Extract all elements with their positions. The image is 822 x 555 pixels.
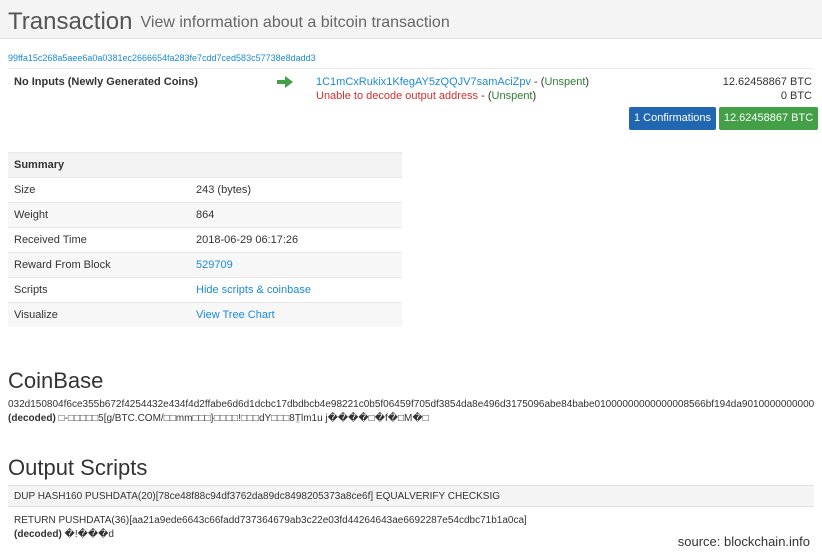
output-script: DUP HASH160 PUSHDATA(20)[78ce48f88c94df3… [8,485,814,507]
summary-key: Reward From Block [8,252,190,278]
arrow-right-icon [277,76,293,88]
coinbase-decoded: (decoded) □-□□□□□5[g/BTC.COM/□□mm□□□}□□□… [8,413,429,424]
summary-key: Received Time [8,227,190,253]
output-amount: 0 BTC [780,90,812,102]
confirmations-button[interactable]: 1 Confirmations [629,107,716,130]
summary-key: Weight [8,202,190,228]
table-row: Size 243 (bytes) [8,177,402,203]
summary-value: 243 (bytes) [190,177,402,203]
output-row: 1C1mCxRukix1KfegAY5zQQJV7samAciZpv - (Un… [316,75,589,89]
page-title: Transaction [8,8,133,35]
tx-hash-row: 99ffa15c268a5aee6a0a0381ec2666654fa283fe… [8,52,814,69]
output-row: Unable to decode output address - (Unspe… [316,89,589,103]
block-link[interactable]: 529709 [196,259,233,271]
total-btc-button[interactable]: 12.62458867 BTC [719,107,818,130]
decoded-text: □-□□□□□5[g/BTC.COM/□□mm□□□}□□□□!□□□dY□□□… [55,413,429,424]
decoded-text: �!���d [61,529,114,540]
table-row: Scripts Hide scripts & coinbase [8,277,402,303]
summary-heading: Summary [8,152,402,178]
tx-outputs: 1C1mCxRukix1KfegAY5zQQJV7samAciZpv - (Un… [316,75,589,103]
table-row: Weight 864 [8,202,402,228]
output-close: ) [585,76,590,88]
script-text: RETURN PUSHDATA(36)[aa21a9ede6643c66fadd… [14,515,527,526]
table-row: Visualize View Tree Chart [8,302,402,327]
output-status: Unspent [491,90,533,102]
summary-key: Size [8,177,190,203]
summary-value: 2018-06-29 06:17:26 [190,227,402,253]
output-status: Unspent [544,76,586,88]
output-sep: - ( [530,76,545,88]
summary-table: Summary Size 243 (bytes) Weight 864 Rece… [8,152,402,327]
output-close: ) [532,90,537,102]
table-row: Received Time 2018-06-29 06:17:26 [8,227,402,253]
page-header: Transaction View information about a bit… [0,0,822,39]
summary-key: Visualize [8,302,190,327]
decoded-label: (decoded) [14,529,62,540]
output-address-link[interactable]: 1C1mCxRukix1KfegAY5zQQJV7samAciZpv [316,76,531,88]
view-tree-chart-link[interactable]: View Tree Chart [196,309,275,321]
output-scripts-heading: Output Scripts [8,455,148,480]
summary-key: Scripts [8,277,190,303]
decoded-label: (decoded) [8,413,56,424]
page-subtitle: View information about a bitcoin transac… [140,14,450,31]
tx-inputs: No Inputs (Newly Generated Coins) [14,76,198,88]
output-amount: 12.62458867 BTC [722,76,812,88]
hide-scripts-link[interactable]: Hide scripts & coinbase [196,284,311,296]
source-caption: source: blockchain.info [675,534,812,549]
coinbase-heading: CoinBase [8,368,104,393]
coinbase-hex: 032d150804f6ce355b672f4254432e434f4d2ffa… [8,399,815,410]
tx-hash-link[interactable]: 99ffa15c268a5aee6a0a0381ec2666654fa283fe… [8,53,316,63]
output-address-error: Unable to decode output address [316,90,479,102]
table-row: Reward From Block 529709 [8,252,402,278]
output-sep: - ( [478,90,492,102]
output-amounts: 12.62458867 BTC 0 BTC [662,75,812,103]
summary-value: 864 [190,202,402,228]
